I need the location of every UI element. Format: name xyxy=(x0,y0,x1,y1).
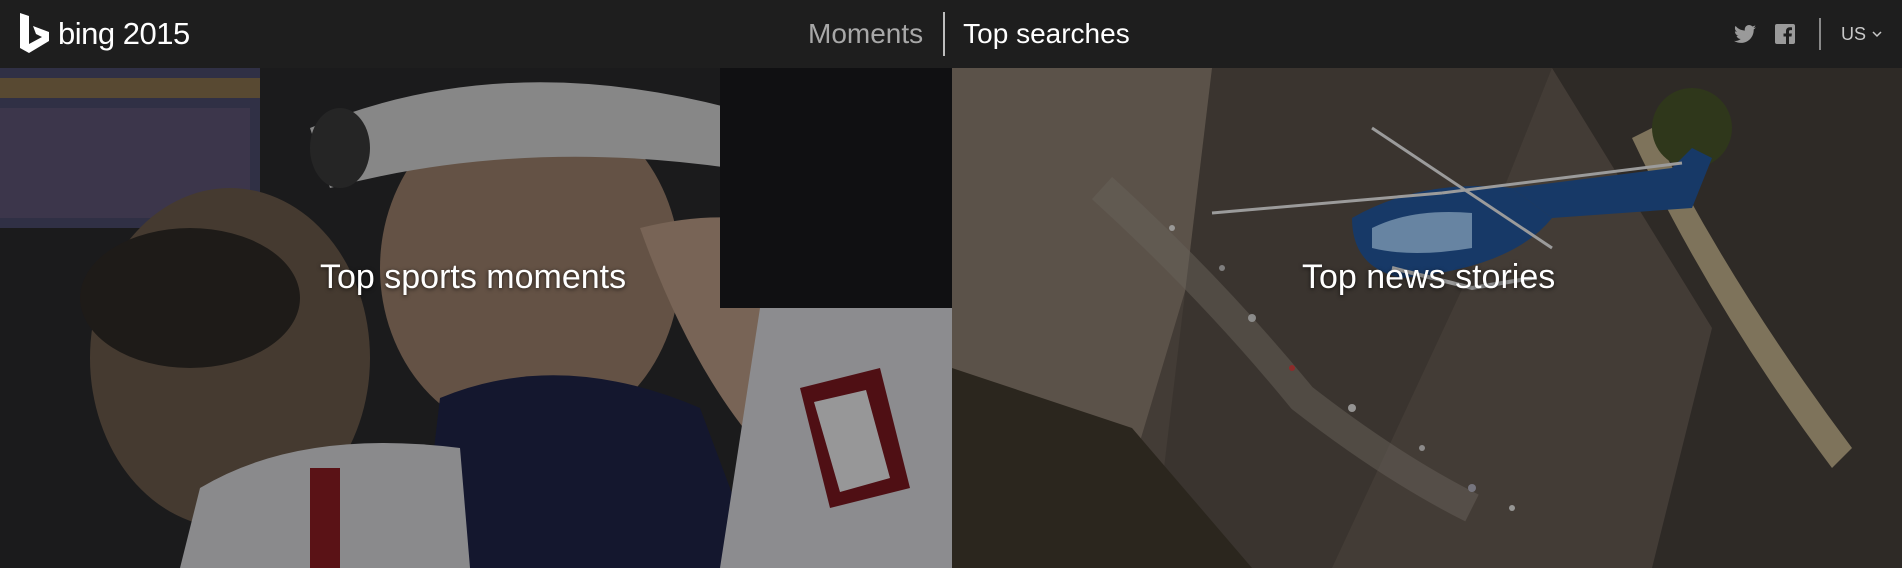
logo-text: bing 2015 xyxy=(58,16,190,51)
news-photo xyxy=(952,68,1902,568)
top-bar: bing 2015 Moments Top searches US xyxy=(0,0,1902,68)
sports-photo xyxy=(0,68,952,568)
twitter-icon[interactable] xyxy=(1733,22,1757,46)
tile-caption-news: Top news stories xyxy=(1302,258,1556,296)
header-tools: US xyxy=(1717,14,1882,54)
bing-b-icon xyxy=(20,13,49,53)
tile-news-stories[interactable]: Top news stories xyxy=(952,68,1902,568)
main-nav: Moments Top searches xyxy=(790,10,1148,58)
chevron-down-icon xyxy=(1872,31,1882,38)
region-label: US xyxy=(1840,23,1866,44)
tile-sports-moments[interactable]: Top sports moments xyxy=(0,68,952,568)
tiles-container: Top sports moments Top news stories xyxy=(0,68,1902,568)
nav-top-searches[interactable]: Top searches xyxy=(945,18,1148,50)
tools-separator xyxy=(1818,18,1821,50)
bing-logo[interactable]: bing 2015 xyxy=(18,10,190,58)
nav-moments[interactable]: Moments xyxy=(790,18,943,50)
tile-caption-sports: Top sports moments xyxy=(320,258,627,296)
facebook-icon[interactable] xyxy=(1773,22,1797,46)
region-selector[interactable]: US xyxy=(1841,24,1882,45)
